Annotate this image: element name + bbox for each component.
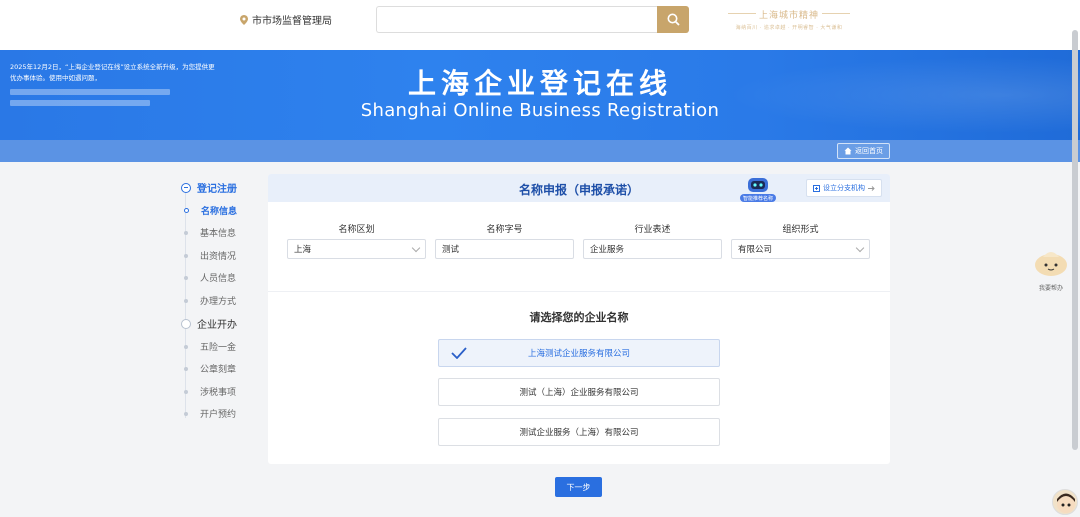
step-item-label: 名称信息 xyxy=(201,207,238,217)
step-dot-icon xyxy=(184,298,188,303)
step-item-method[interactable]: 办理方式 xyxy=(184,294,236,307)
helper-label: 我要帮办 xyxy=(1038,285,1063,292)
step-dot-icon xyxy=(184,253,188,258)
step-item-basic-info[interactable]: 基本信息 xyxy=(184,226,236,239)
step-circle-icon xyxy=(181,318,191,329)
step-item-tax[interactable]: 涉税事项 xyxy=(184,385,236,398)
field-value: 有限公司 xyxy=(738,245,773,255)
robot-label: 智能推荐名称 xyxy=(742,196,773,202)
panel-header: 名称申报（申报承诺） 智能推荐名称 设立分支机构 xyxy=(268,174,890,202)
check-icon xyxy=(451,347,467,359)
step-item-label: 公章刻章 xyxy=(200,365,237,375)
step-item-label: 人员信息 xyxy=(200,274,237,284)
home-icon xyxy=(844,147,852,155)
set-up-branch-button[interactable]: 设立分支机构 xyxy=(806,179,882,197)
avatar-icon xyxy=(1057,493,1075,513)
step-dot-icon xyxy=(184,275,188,280)
step-item-label: 出资情况 xyxy=(200,252,237,262)
name-option-3[interactable]: 测试企业服务（上海）有限公司 xyxy=(438,418,720,446)
chevron-down-icon xyxy=(855,243,865,252)
choose-name-title: 请选择您的企业名称 xyxy=(529,311,629,324)
option-label: 测试企业服务（上海）有限公司 xyxy=(519,428,639,438)
arrow-right-icon xyxy=(868,185,875,191)
region-field: 名称区划 上海 xyxy=(287,222,426,259)
step-circle-icon xyxy=(181,182,191,193)
home-button-label: 返回首页 xyxy=(855,147,883,155)
region-select[interactable]: 上海 xyxy=(287,239,426,259)
name-option-2[interactable]: 测试（上海）企业服务有限公司 xyxy=(438,378,720,406)
step-dot-icon xyxy=(184,230,188,235)
step-item-label: 办理方式 xyxy=(200,297,237,307)
page-scrollbar[interactable] xyxy=(1072,30,1078,450)
step-group-label: 企业开办 xyxy=(197,320,237,331)
smart-recommend-robot[interactable]: 智能推荐名称 xyxy=(738,176,778,204)
field-value: 企业服务 xyxy=(590,245,625,255)
field-label: 组织形式 xyxy=(782,225,819,235)
step-item-capital[interactable]: 出资情况 xyxy=(184,249,236,262)
org-form-select[interactable]: 有限公司 xyxy=(731,239,870,259)
step-item-label: 基本信息 xyxy=(200,229,237,239)
panel-title: 名称申报（申报承诺） xyxy=(518,183,639,197)
step-dot-icon xyxy=(184,366,188,371)
brand-title: 上海城市精神 xyxy=(724,8,854,21)
step-dot-icon xyxy=(184,389,188,394)
home-button[interactable]: 返回首页 xyxy=(837,143,890,159)
banner-title: 上海企业登记在线 xyxy=(407,67,672,100)
chevron-down-icon xyxy=(411,243,421,252)
step-dot-icon xyxy=(184,344,188,349)
search-bar xyxy=(376,6,689,33)
step-item-name-info[interactable]: 名称信息 xyxy=(184,204,237,217)
step-item-label: 涉税事项 xyxy=(200,388,237,398)
step-item-seal[interactable]: 公章刻章 xyxy=(184,362,236,375)
step-item-bank[interactable]: 开户预约 xyxy=(184,407,236,420)
field-label: 名称区划 xyxy=(338,225,375,235)
banner-subtitle: Shanghai Online Business Registration xyxy=(360,100,720,121)
city-spirit-logo: 上海城市精神 海纳百川 · 追求卓越 · 开明睿智 · 大气谦和 xyxy=(724,8,854,31)
agency-location[interactable]: 市市场监督管理局 xyxy=(240,12,332,27)
step-item-personnel[interactable]: 人员信息 xyxy=(184,271,236,284)
name-option-1[interactable]: 上海测试企业服务有限公司 xyxy=(438,339,720,367)
step-item-label: 五险一金 xyxy=(200,343,237,353)
field-value: 上海 xyxy=(294,245,312,255)
trade-name-input[interactable]: 测试 xyxy=(435,239,574,259)
industry-field: 行业表述 企业服务 xyxy=(583,222,722,259)
step-dot-icon xyxy=(184,411,188,416)
org-form-field: 组织形式 有限公司 xyxy=(731,222,870,259)
brand-subtitle: 海纳百川 · 追求卓越 · 开明睿智 · 大气谦和 xyxy=(735,25,843,31)
step-group-registration[interactable]: 登记注册 xyxy=(181,180,237,195)
branch-icon xyxy=(813,184,820,192)
search-input[interactable] xyxy=(376,6,659,33)
branch-button-label: 设立分支机构 xyxy=(823,184,865,192)
trade-name-field: 名称字号 测试 xyxy=(435,222,574,259)
step-item-insurance[interactable]: 五险一金 xyxy=(184,340,236,353)
search-button[interactable] xyxy=(657,6,689,33)
next-step-button[interactable]: 下一步 xyxy=(555,477,602,497)
industry-input[interactable]: 企业服务 xyxy=(583,239,722,259)
search-icon xyxy=(667,13,680,26)
top-bar: 市市场监督管理局 上海城市精神 海纳百川 · 追求卓越 · 开明睿智 · 大气谦… xyxy=(0,0,1080,50)
nav-strip: 返回首页 xyxy=(0,140,1080,162)
step-group-opening[interactable]: 企业开办 xyxy=(181,316,237,331)
option-label: 上海测试企业服务有限公司 xyxy=(527,349,630,359)
agency-label: 市市场监督管理局 xyxy=(252,16,332,27)
field-label: 行业表述 xyxy=(634,225,671,235)
field-label: 名称字号 xyxy=(486,225,523,235)
option-label: 测试（上海）企业服务有限公司 xyxy=(519,388,639,398)
hero-banner: 2025年12月2日，“上海企业登记在线”设立系统全新升级，为您提供更优办事体验… xyxy=(0,50,1080,140)
location-pin-icon xyxy=(240,14,248,25)
field-value: 测试 xyxy=(442,245,460,255)
name-declaration-panel: 名称申报（申报承诺） 智能推荐名称 设立分支机构 名称区划 上海 名称字号 测试… xyxy=(268,174,890,464)
user-avatar[interactable] xyxy=(1052,489,1078,515)
assistant-helper[interactable]: 我要帮办 xyxy=(1033,245,1069,292)
name-form: 名称区划 上海 名称字号 测试 行业表述 企业服务 组织形式 有限公司 xyxy=(268,202,890,292)
step-item-label: 开户预约 xyxy=(200,410,237,420)
step-dot-icon xyxy=(184,208,189,213)
bun-mascot-icon xyxy=(1035,252,1067,276)
step-group-label: 登记注册 xyxy=(197,184,237,195)
